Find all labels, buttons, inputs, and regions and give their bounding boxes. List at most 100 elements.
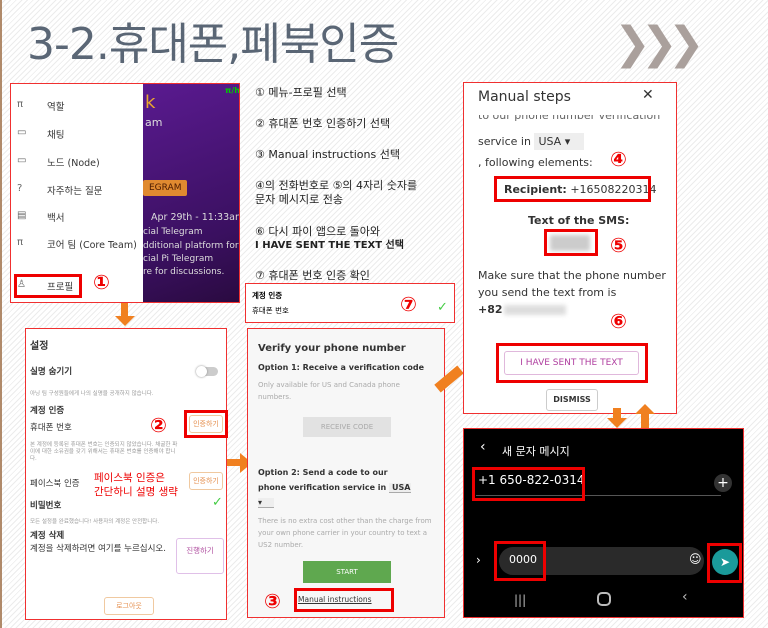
instruction-step: ③ Manual instructions 선택: [255, 148, 400, 161]
blurred-phone: [504, 305, 566, 315]
nav-back-icon[interactable]: ‹: [682, 589, 688, 605]
post-text: dditional platform for: [143, 241, 239, 251]
country-select[interactable]: USA ▾: [534, 133, 585, 150]
verify-heading: Verify your phone number: [258, 343, 406, 354]
country-value: USA: [392, 483, 411, 492]
step-marker: ⑥: [610, 309, 627, 333]
menu-label: 백서: [47, 213, 65, 224]
document-icon: ▤: [17, 210, 27, 221]
phone-label: 휴대폰 번호: [30, 423, 72, 433]
menu-label: 채팅: [47, 130, 65, 141]
manual-steps-dialog: Manual steps ✕ to our phone number verif…: [463, 82, 677, 414]
dialog-title: Manual steps: [478, 89, 571, 105]
add-recipient-icon[interactable]: +: [714, 474, 732, 492]
instruction-step: ⑥ 다시 파이 앱으로 돌아와: [255, 225, 381, 238]
confirm-label: 계정 인증: [252, 291, 283, 300]
post-text: cial Telegram: [143, 227, 203, 237]
step-marker: ①: [93, 270, 110, 294]
pi-coin-icon: π: [17, 237, 24, 248]
cut-text: to our phone number verification: [478, 115, 660, 121]
help-icon: ?: [17, 183, 23, 194]
account-verify-heading: 계정 인증: [30, 406, 65, 416]
arrow-head: [635, 404, 655, 414]
mining-rate-badge: π/h: [225, 86, 240, 95]
delete-heading: 계정 삭제: [30, 531, 65, 541]
highlight-sent: [496, 343, 648, 383]
sms-title: 새 문자 메시지: [502, 445, 570, 458]
pi-icon: π: [17, 99, 24, 110]
hide-name-toggle[interactable]: [196, 366, 218, 377]
step-marker: ④: [610, 147, 627, 171]
home-icon[interactable]: [597, 592, 611, 606]
menu-item-roles[interactable]: π 역할: [17, 99, 64, 113]
back-icon[interactable]: ‹: [480, 439, 486, 455]
menu-screenshot: π/h k am EGRAM Apr 29th - 11:33am cial T…: [10, 83, 240, 303]
menu-item-chat[interactable]: ▭ 채팅: [17, 127, 64, 141]
arrow-right-icon: [227, 459, 241, 466]
arrow-down-icon: [121, 303, 128, 317]
password-desc: 모든 설정을 완료했습니다! 사용자의 계정은 안전합니다.: [30, 519, 160, 525]
menu-label: 코어 팀 (Core Team): [47, 240, 137, 251]
menu-item-faq[interactable]: ? 자주하는 질문: [17, 183, 102, 197]
arrow-head: [115, 316, 135, 326]
step-marker: ⑦: [400, 292, 417, 316]
slide-title: 3-2.휴대폰,페북인증: [27, 19, 399, 70]
emoji-icon[interactable]: ☺: [689, 552, 702, 566]
menu-label: 노드 (Node): [47, 158, 100, 169]
logout-button[interactable]: 로그아웃: [104, 597, 154, 615]
highlight-manual: [294, 588, 394, 612]
post-text: cial Pi Telegram: [143, 254, 214, 264]
following-text: , following elements:: [478, 156, 593, 169]
menu-item-whitepaper[interactable]: ▤ 백서: [17, 210, 64, 224]
telegram-button[interactable]: EGRAM: [143, 180, 188, 196]
phone-prefix: +82: [478, 303, 503, 316]
menu-item-core-team[interactable]: π 코어 팀 (Core Team): [17, 237, 137, 251]
menu-item-node[interactable]: ▭ 노드 (Node): [17, 155, 100, 169]
cost-desc: There is no extra cost other than the ch…: [258, 517, 432, 549]
recent-apps-icon[interactable]: |||: [514, 593, 526, 607]
step-marker: ③: [264, 589, 281, 613]
check-icon: ✓: [212, 495, 223, 510]
sms-screenshot: ‹ 새 문자 메시지 +1 650-822-0314 + › 0000 ☺ ➤ …: [463, 428, 744, 618]
close-icon[interactable]: ✕: [642, 87, 654, 103]
instruction-step: ④의 전화번호로 ⑤의 4자리 숫자를: [255, 179, 418, 192]
service-in-text: service in: [478, 135, 531, 148]
settings-header: 설정: [30, 341, 49, 352]
bg-text: am: [145, 116, 163, 129]
option1-desc: Only available for US and Canada phone n…: [258, 381, 400, 401]
menu-label: 역할: [47, 102, 65, 113]
highlight-verify: [184, 410, 228, 438]
receive-code-button[interactable]: RECEIVE CODE: [303, 417, 391, 437]
option2-heading: Option 2: Send a code to our phone verif…: [258, 468, 388, 492]
instruction-step: 문자 메시지로 전송: [255, 193, 343, 206]
phone-desc: 본 계정에 등록된 휴대폰 번호는 인증되지 않았습니다. 채굴한 파이에 대한…: [30, 442, 178, 462]
proceed-button[interactable]: 진행하기: [176, 538, 224, 574]
menu-label: 자주하는 질문: [47, 186, 103, 197]
highlight-recipient: [494, 176, 651, 202]
start-button[interactable]: START: [303, 561, 391, 583]
highlight-send: [707, 543, 742, 583]
step-marker: ⑤: [610, 233, 627, 257]
facebook-note: 페이스북 인증은 간단하니 설명 생략: [94, 471, 178, 499]
step-marker: ②: [150, 413, 167, 437]
highlight-sms-code: [544, 229, 598, 256]
password-label: 비밀번호: [30, 501, 62, 511]
side-menu: π 역할 ▭ 채팅 ▭ 노드 (Node) ? 자주하는 질문 ▤ 백서 π 코어 팀 (C…: [11, 84, 143, 302]
highlight-recipient-field: [472, 467, 585, 501]
verified-confirmation: 계정 인증 휴대폰 번호 ⑦ ✓: [245, 283, 455, 323]
dismiss-button[interactable]: DISMISS: [546, 389, 598, 411]
instruction-step: ① 메뉴-프로필 선택: [255, 86, 347, 99]
option1-heading: Option 1: Receive a verification code: [258, 363, 425, 372]
expand-icon[interactable]: ›: [476, 553, 481, 567]
laptop-icon: ▭: [17, 155, 27, 166]
chevron-icon: ❯❯❯: [614, 18, 705, 69]
app-background: π/h k am EGRAM Apr 29th - 11:33am cial T…: [143, 84, 239, 302]
instruction-step: ⑦ 휴대폰 번호 인증 확인: [255, 269, 370, 282]
country-value: USA: [538, 135, 562, 148]
hide-name-label: 실명 숨기기: [30, 367, 73, 377]
highlight-profile: [14, 274, 82, 298]
facebook-verify-button[interactable]: 인증하기: [189, 472, 223, 490]
arrow-head: [607, 418, 627, 428]
check-icon: ✓: [437, 300, 448, 315]
make-sure-text: Make sure that the phone number you send…: [478, 269, 666, 299]
